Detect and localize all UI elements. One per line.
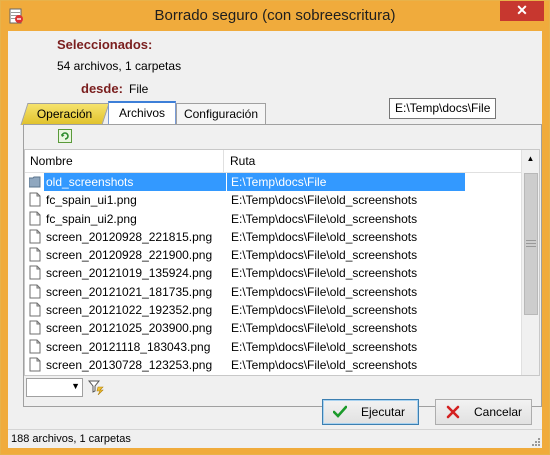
filter-icon[interactable] [88,379,104,395]
table-row[interactable]: screen_20121021_181735.png E:\Temp\docs\F… [25,283,521,301]
row-name: screen_20121021_181735.png [46,284,213,299]
from-value: File [129,82,149,96]
folder-icon [28,174,41,189]
chevron-down-icon[interactable]: ▼ [71,381,80,391]
scrollbar-thumb[interactable] [524,173,538,315]
status-bar: 188 archivos, 1 carpetas [8,429,542,448]
table-row[interactable]: screen_20121025_203900.png E:\Temp\docs\F… [25,319,521,337]
selected-label: Seleccionados: [57,37,153,52]
row-name: screen_20121019_135924.png [46,266,213,281]
row-name: screen_20130728_123253.png [46,357,213,372]
column-separator[interactable] [223,150,224,172]
row-name: screen_20120928_221900.png [46,248,213,263]
table-row[interactable]: screen_20120928_221815.png E:\Temp\docs\F… [25,228,521,246]
list-header: Nombre Ruta [25,150,521,173]
execute-button[interactable]: Ejecutar [322,399,419,425]
scroll-up-icon[interactable]: ▲ [522,150,539,167]
path-tooltip: E:\Temp\docs\File [389,98,497,119]
row-path: E:\Temp\docs\File\old_screenshots [231,266,418,281]
file-icon [29,247,41,262]
table-row[interactable]: old_screenshots E:\Temp\docs\File [25,173,521,191]
dialog-window: Borrado seguro (con sobreescritura) ✕ Se… [0,0,550,455]
refresh-icon[interactable] [58,129,72,143]
row-path: E:\Temp\docs\File\old_screenshots [231,357,418,372]
row-path: E:\Temp\docs\File\old_screenshots [231,321,418,336]
selected-summary: 54 archivos, 1 carpetas [57,59,182,73]
row-path: E:\Temp\docs\File\old_screenshots [231,248,418,263]
resize-grip-icon[interactable] [531,437,541,447]
title-bar[interactable]: Borrado seguro (con sobreescritura) ✕ [1,1,549,31]
cancel-button[interactable]: Cancelar [435,399,532,425]
table-row[interactable]: screen_20121118_183043.png E:\Temp\docs\F… [25,338,521,356]
file-icon [29,320,41,335]
table-row[interactable]: screen_20121022_192352.png E:\Temp\docs\F… [25,301,521,319]
file-icon [29,284,41,299]
row-path: E:\Temp\docs\File\old_screenshots [231,229,418,244]
table-row[interactable]: screen_20120928_221900.png E:\Temp\docs\F… [25,246,521,264]
row-path: E:\Temp\docs\File\old_screenshots [231,339,418,354]
close-button[interactable]: ✕ [500,1,544,21]
row-name: fc_spain_ui2.png [46,211,137,226]
row-path: E:\Temp\docs\File\old_screenshots [231,193,418,208]
table-row[interactable]: fc_spain_ui2.png E:\Temp\docs\File\old_sc… [25,210,521,228]
file-icon [29,302,41,317]
row-name: screen_20121118_183043.png [46,339,211,354]
file-icon [29,192,41,207]
filter-combo[interactable]: ▼ [26,378,83,397]
list-rows: old_screenshots E:\Temp\docs\File fc_spain… [25,173,521,374]
list-toolbar: ▼ [24,375,538,401]
dialog-body: Seleccionados: 54 archivos, 1 carpetas d… [8,31,542,448]
window-title: Borrado seguro (con sobreescritura) [154,7,396,24]
tab-operacion[interactable]: Operación [20,103,110,125]
table-row[interactable]: screen_20121019_135924.png E:\Temp\docs\F… [25,264,521,282]
column-header-name[interactable]: Nombre [30,154,73,168]
table-row[interactable]: screen_20130728_123253.png E:\Temp\docs\F… [25,356,521,374]
row-name: screen_20121022_192352.png [46,303,213,318]
file-icon [29,339,41,354]
files-tab-panel: Nombre Ruta old_screenshots E:\Temp\docs\… [23,124,542,407]
from-label: desde: [81,81,123,96]
column-header-path[interactable]: Ruta [230,154,255,168]
tab-configuracion[interactable]: Configuración [176,103,266,125]
cancel-button-label: Cancelar [474,405,523,419]
row-name: screen_20121025_203900.png [46,321,213,336]
file-icon [29,357,41,372]
tab-operacion-label: Operación [37,107,93,121]
cross-icon [446,405,460,419]
row-path: E:\Temp\docs\File\old_screenshots [231,211,418,226]
row-path: E:\Temp\docs\File\old_screenshots [231,303,418,318]
vertical-scrollbar[interactable]: ▲ [521,150,539,375]
table-row[interactable]: fc_spain_ui1.png E:\Temp\docs\File\old_sc… [25,191,521,209]
row-name: screen_20120928_221815.png [46,229,213,244]
file-icon [29,211,41,226]
file-icon [29,229,41,244]
row-path: E:\Temp\docs\File [227,173,465,191]
checkmark-icon [333,405,347,418]
file-icon [29,265,41,280]
status-text: 188 archivos, 1 carpetas [11,433,131,445]
file-list[interactable]: Nombre Ruta old_screenshots E:\Temp\docs\… [24,149,540,376]
row-name: old_screenshots [44,173,226,191]
row-name: fc_spain_ui1.png [46,193,137,208]
row-path: E:\Temp\docs\File\old_screenshots [231,284,418,299]
execute-button-label: Ejecutar [361,405,406,419]
